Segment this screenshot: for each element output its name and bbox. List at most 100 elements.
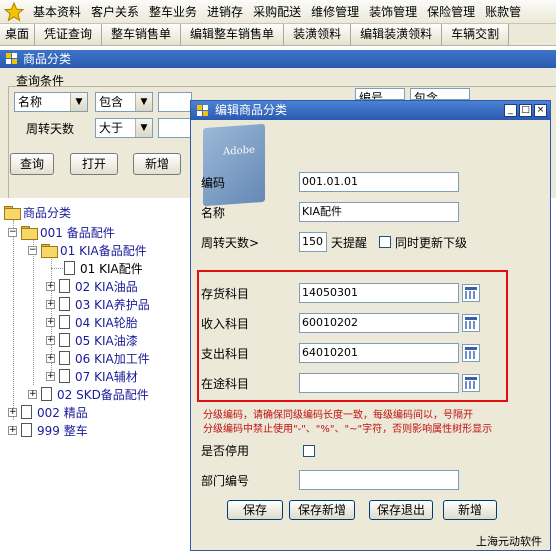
menu-procurement[interactable]: 采购配送 <box>248 0 306 23</box>
disabled-label: 是否停用 <box>201 444 250 458</box>
document-icon <box>64 261 75 275</box>
menu-customer-relations[interactable]: 客户关系 <box>86 0 144 23</box>
chevron-down-icon: ▼ <box>70 93 87 111</box>
operator-select-1[interactable]: 包含 ▼ <box>95 92 153 112</box>
document-icon <box>21 405 32 419</box>
expand-icon[interactable]: + <box>8 425 17 435</box>
document-icon <box>59 351 70 365</box>
folder-open-icon <box>21 226 38 240</box>
sync-subordinate-label: 同时更新下级 <box>395 236 468 250</box>
query-value-input-1[interactable] <box>158 92 192 112</box>
calendar-picker-icon[interactable] <box>462 314 480 332</box>
tab-vehicle-sales[interactable]: 整车销售单 <box>102 24 182 45</box>
chevron-down-icon: ▼ <box>135 93 152 111</box>
query-button[interactable]: 查询 <box>10 153 54 175</box>
expense-account-input[interactable]: 64010201 <box>299 343 459 363</box>
tab-desktop[interactable]: 桌面 <box>0 24 36 45</box>
dialog-new-button[interactable]: 新增 <box>443 500 497 520</box>
tree-node-999[interactable]: + 999 整车 <box>8 422 88 438</box>
menu-bar: 基本资料 客户关系 整车业务 进销存 采购配送 维修管理 装饰管理 保险管理 账… <box>0 0 556 24</box>
folder-open-icon <box>4 206 21 220</box>
operator-select-2[interactable]: 大于 ▼ <box>95 118 153 138</box>
collapse-icon[interactable]: − <box>8 227 17 237</box>
tree-node-kia-oil[interactable]: + 02 KIA油品 <box>46 278 138 294</box>
code-label: 编码 <box>201 176 226 190</box>
expand-icon[interactable]: + <box>46 353 55 363</box>
expand-icon[interactable]: + <box>46 335 55 345</box>
save-and-exit-button[interactable]: 保存退出 <box>369 500 433 520</box>
query-value-input-2[interactable] <box>158 118 192 138</box>
close-icon[interactable]: × <box>534 104 547 117</box>
transit-account-input[interactable] <box>299 373 459 393</box>
footer-vendor: 上海元动软件 <box>476 535 542 548</box>
new-button[interactable]: 新增 <box>133 153 181 175</box>
minimize-icon[interactable]: _ <box>504 104 517 117</box>
remind-label: 天提醒 <box>331 236 368 250</box>
turnover-label: 周转天数> <box>201 236 260 250</box>
menu-accounts[interactable]: 账款管 <box>480 0 526 23</box>
code-input[interactable]: 001.01.01 <box>299 172 459 192</box>
tree-node-kia-care[interactable]: + 03 KIA养护品 <box>46 296 150 312</box>
edit-category-dialog: 编辑商品分类 _ □ × Adobe 编码 001.01.01 名称 KIA配件… <box>190 100 551 551</box>
menu-insurance[interactable]: 保险管理 <box>422 0 480 23</box>
department-code-label: 部门编号 <box>201 474 250 488</box>
turnover-input[interactable]: 150 <box>299 232 327 252</box>
save-button[interactable]: 保存 <box>227 500 283 520</box>
field-select-1[interactable]: 名称 ▼ <box>14 92 88 112</box>
tree-node-kia-parts[interactable]: 01 KIA配件 <box>64 260 143 276</box>
menu-decoration[interactable]: 装饰管理 <box>364 0 422 23</box>
document-icon <box>21 423 32 437</box>
document-icon <box>59 369 70 383</box>
save-and-new-button[interactable]: 保存新增 <box>289 500 355 520</box>
expand-icon[interactable]: + <box>46 281 55 291</box>
document-icon <box>59 333 70 347</box>
tree-node-kia-processed[interactable]: + 06 KIA加工件 <box>46 350 150 366</box>
document-icon <box>59 279 70 293</box>
name-input[interactable]: KIA配件 <box>299 202 459 222</box>
inventory-account-input[interactable]: 14050301 <box>299 283 459 303</box>
tree-node-kia-paint[interactable]: + 05 KIA油漆 <box>46 332 138 348</box>
calendar-picker-icon[interactable] <box>462 284 480 302</box>
open-button[interactable]: 打开 <box>70 153 118 175</box>
disabled-checkbox[interactable] <box>303 445 315 457</box>
menu-inventory[interactable]: 进销存 <box>202 0 248 23</box>
calendar-picker-icon[interactable] <box>462 344 480 362</box>
department-code-input[interactable] <box>299 470 459 490</box>
tab-edit-vehicle-sales[interactable]: 编辑整车销售单 <box>181 24 285 45</box>
field-select-3[interactable]: 编号 <box>355 88 405 100</box>
tree-node-kia-aux[interactable]: + 07 KIA辅材 <box>46 368 138 384</box>
expand-icon[interactable]: + <box>8 407 17 417</box>
tree-node-001[interactable]: − 001 备品配件 <box>8 224 115 240</box>
maximize-icon[interactable]: □ <box>519 104 532 117</box>
dialog-titlebar: 编辑商品分类 _ □ × <box>191 101 550 120</box>
tab-vehicle-handover[interactable]: 车辆交割 <box>442 24 510 45</box>
income-account-input[interactable]: 60010202 <box>299 313 459 333</box>
expand-icon[interactable]: + <box>46 299 55 309</box>
expand-icon[interactable]: + <box>46 317 55 327</box>
inventory-account-label: 存货科目 <box>201 287 250 301</box>
tab-edit-decoration-picking[interactable]: 编辑装潢领料 <box>351 24 443 45</box>
name-label: 名称 <box>201 206 226 220</box>
tab-decoration-picking[interactable]: 装潢领料 <box>284 24 352 45</box>
toolbar-tabs: 桌面 凭证查询 整车销售单 编辑整车销售单 装潢领料 编辑装潢领料 车辆交割 <box>0 24 556 46</box>
sync-subordinate-checkbox[interactable] <box>379 236 391 248</box>
expand-icon[interactable]: + <box>28 389 37 399</box>
tree-node-002[interactable]: + 002 精品 <box>8 404 88 420</box>
tab-voucher-query[interactable]: 凭证查询 <box>35 24 103 45</box>
menu-repair[interactable]: 维修管理 <box>306 0 364 23</box>
hint-line-1: 分级编码，请确保同级编码长度一致，每级编码间以，号隔开 <box>203 410 473 421</box>
window-icon <box>197 105 209 117</box>
menu-vehicle-business[interactable]: 整车业务 <box>144 0 202 23</box>
expand-icon[interactable]: + <box>46 371 55 381</box>
document-icon <box>59 297 70 311</box>
document-icon <box>59 315 70 329</box>
tree-node-kia-tire[interactable]: + 04 KIA轮胎 <box>46 314 138 330</box>
tree-root[interactable]: 商品分类 <box>4 204 71 220</box>
operator-select-3[interactable]: 包含 <box>410 88 470 100</box>
tree-node-skd[interactable]: + 02 SKD备品配件 <box>28 386 149 402</box>
collapse-icon[interactable]: − <box>28 245 37 255</box>
calendar-picker-icon[interactable] <box>462 374 480 392</box>
tree-node-01-kia[interactable]: − 01 KIA备品配件 <box>28 242 147 258</box>
menu-basic-data[interactable]: 基本资料 <box>28 0 86 23</box>
chevron-down-icon: ▼ <box>135 119 152 137</box>
